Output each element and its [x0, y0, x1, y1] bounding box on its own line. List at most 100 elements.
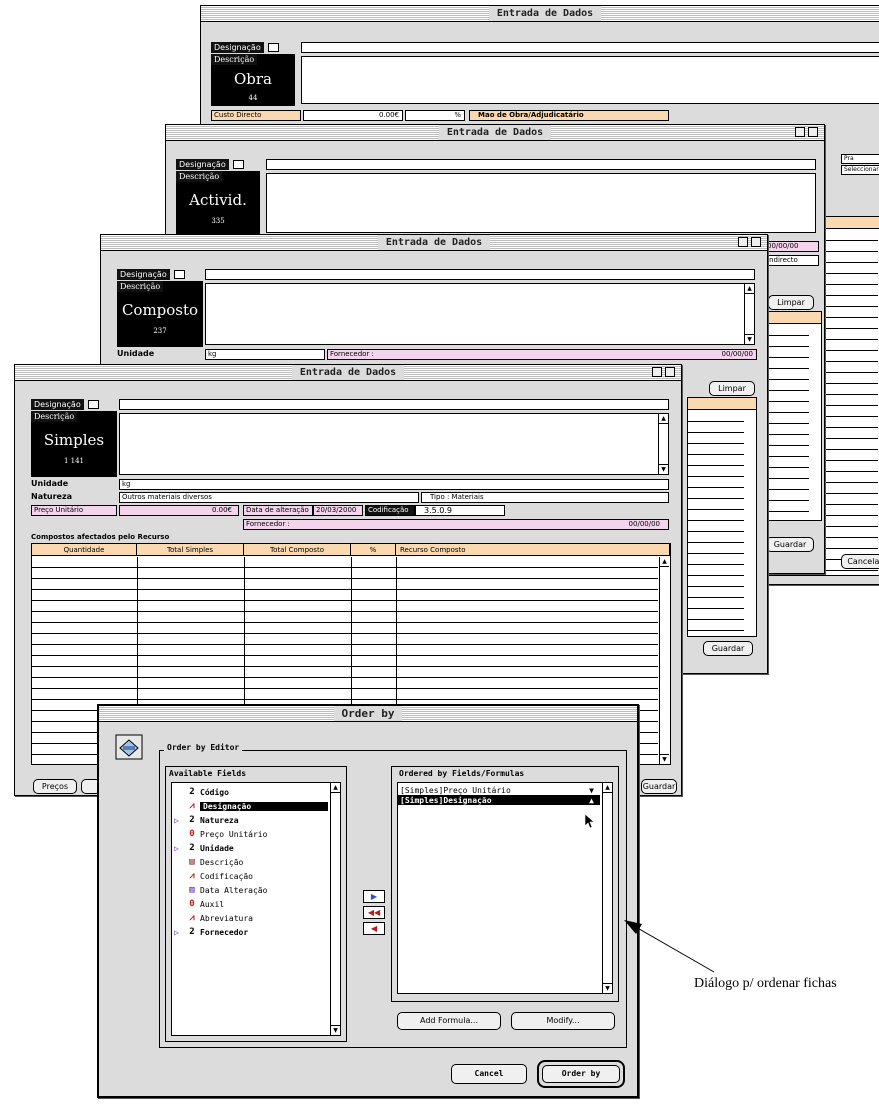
window-composto-title: Entrada de Dados: [377, 235, 491, 250]
obra-designacao-field[interactable]: [301, 42, 879, 53]
composto-guardar-button[interactable]: Guardar: [703, 641, 753, 656]
available-field-item[interactable]: 0 Auxil: [172, 897, 328, 911]
obra-mao-obra-label: Mao de Obra/Adjudicatário: [469, 110, 669, 121]
zoom-box-icon[interactable]: [795, 127, 805, 137]
window-activ-title: Entrada de Dados: [438, 125, 552, 140]
obra-side-b[interactable]: Seleccionar: [841, 165, 879, 175]
composto-unidade-field[interactable]: kg: [205, 349, 325, 360]
ordered-field-label: [Simples]Designação: [400, 795, 492, 805]
simples-preco-field[interactable]: 0.00€: [119, 505, 239, 516]
remove-all-button[interactable]: ◀◀: [363, 906, 385, 919]
ordered-field-item[interactable]: [Simples]Designação ▲: [398, 795, 600, 805]
simples-unidade-field[interactable]: kg: [119, 479, 669, 490]
simples-descricao-scrollbar[interactable]: ▲ ▼: [658, 413, 669, 475]
obra-cancelar-button[interactable]: Cancelar: [841, 554, 879, 569]
obra-custo-value[interactable]: 0.00€: [303, 110, 403, 121]
composto-limpar-button[interactable]: Limpar: [709, 381, 755, 396]
composto-block-title: Composto: [121, 301, 199, 319]
available-field-label: Preço Unitário: [200, 829, 268, 839]
add-field-button[interactable]: ▶: [363, 890, 385, 903]
activ-ref-b[interactable]: Indirecto: [764, 255, 819, 266]
obra-descricao-field[interactable]: [301, 56, 879, 104]
available-field-item[interactable]: ▷ 2 Natureza: [172, 813, 328, 827]
order-by-dialog: Order by Order by Editor Available Field…: [97, 704, 639, 1098]
available-field-label: Fornecedor: [200, 927, 249, 937]
expand-triangle-icon[interactable]: ▷: [174, 844, 184, 853]
simples-data-field[interactable]: 20/03/2000: [313, 505, 363, 516]
composto-fornecedor-field[interactable]: Fornecedor : 00/00/00: [327, 349, 757, 360]
order-by-titlebar[interactable]: Order by: [99, 706, 637, 722]
expand-triangle-icon[interactable]: ▷: [174, 816, 184, 825]
simples-fornecedor-field[interactable]: Fornecedor : 00/00/00: [243, 519, 669, 530]
order-by-icon: [115, 734, 143, 760]
composto-designacao-field[interactable]: [205, 269, 755, 280]
expand-triangle-icon[interactable]: ▷: [174, 928, 184, 937]
remove-field-button[interactable]: ◀: [363, 922, 385, 935]
simples-tipo-field[interactable]: Tipo : Materiais: [421, 492, 669, 503]
obra-pct-field[interactable]: %: [405, 110, 465, 121]
available-field-item[interactable]: ▨ Data Alteração: [172, 883, 328, 897]
activ-ref-a[interactable]: 00/00/00: [764, 241, 819, 252]
available-field-label: Abreviatura: [200, 913, 253, 923]
available-field-item[interactable]: ▤ Descrição: [172, 855, 328, 869]
sort-ascending-icon[interactable]: ▲: [589, 796, 594, 805]
available-fields-scrollbar[interactable]: ▲ ▼: [330, 782, 341, 1036]
activ-limpar-button[interactable]: Limpar: [768, 295, 814, 310]
available-field-item[interactable]: 2 Código: [172, 785, 328, 799]
integer-field-icon: 2: [189, 927, 195, 937]
available-field-item[interactable]: 0 Preço Unitário: [172, 827, 328, 841]
composto-descricao-scrollbar[interactable]: ▲ ▼: [744, 283, 755, 345]
activ-guardar-button[interactable]: Guardar: [766, 537, 814, 552]
col-pct: %: [351, 544, 396, 555]
available-field-item[interactable]: ⩘ Designação: [172, 799, 328, 813]
available-field-item[interactable]: ⩘ Codificação: [172, 869, 328, 883]
simples-preco-label: Preço Unitário: [31, 505, 117, 516]
simples-descricao-field[interactable]: [119, 413, 669, 475]
simples-precos-button[interactable]: Preços: [33, 779, 77, 794]
zoom-box-icon[interactable]: [652, 367, 662, 377]
cursor-arrow-icon: [584, 813, 596, 832]
window-activ-titlebar[interactable]: Entrada de Dados: [166, 125, 824, 141]
available-fields-label: Available Fields: [169, 769, 247, 778]
available-field-item[interactable]: ▷ 2 Fornecedor: [172, 925, 328, 939]
window-simples-titlebar[interactable]: Entrada de Dados: [15, 365, 681, 381]
composto-designacao-label: Designação: [117, 269, 185, 280]
available-field-item[interactable]: ▷ 2 Unidade: [172, 841, 328, 855]
activ-descricao-field[interactable]: [266, 173, 816, 233]
order-by-confirm-button[interactable]: Order by: [542, 1065, 620, 1083]
modify-button[interactable]: Modify...: [511, 1012, 615, 1030]
simples-data-label: Data de alteração: [243, 505, 313, 516]
available-fields-list[interactable]: 2 Código ⩘ Designação ▷ 2 Natureza 0 Preço Unitá…: [171, 782, 341, 1036]
sort-descending-icon[interactable]: ▼: [589, 786, 594, 795]
order-by-editor-label: Order by Editor: [164, 743, 243, 752]
simples-codificacao-field[interactable]: 3.5.0.9: [415, 505, 505, 516]
simples-compostos-label: Compostos afectados pelo Recurso: [31, 533, 170, 541]
ordered-field-item[interactable]: [Simples]Preço Unitário ▼: [398, 785, 600, 795]
window-composto-titlebar[interactable]: Entrada de Dados: [101, 235, 767, 251]
simples-table-scrollbar[interactable]: ▲ ▼: [659, 557, 670, 764]
checkbox-icon: [173, 270, 185, 279]
ordered-fields-list[interactable]: [Simples]Preço Unitário ▼ [Simples]Designa…: [397, 782, 613, 994]
collapse-box-icon[interactable]: [808, 127, 818, 137]
simples-natureza-field[interactable]: Outros materiais diversos: [119, 492, 419, 503]
collapse-box-icon[interactable]: [751, 237, 761, 247]
simples-designacao-field[interactable]: [119, 399, 669, 410]
col-recurso-composto: Recurso Composto: [396, 544, 670, 555]
collapse-box-icon[interactable]: [665, 367, 675, 377]
add-formula-button[interactable]: Add Formula...: [397, 1012, 501, 1030]
activ-block-count: 335: [211, 217, 225, 225]
cancel-button[interactable]: Cancel: [451, 1064, 527, 1084]
obra-side-a[interactable]: Pra: [841, 154, 879, 164]
zoom-box-icon[interactable]: [738, 237, 748, 247]
checkbox-icon: [87, 400, 99, 409]
composto-block-count: 237: [153, 327, 167, 335]
window-obra-titlebar[interactable]: Entrada de Dados: [201, 6, 879, 22]
composto-descricao-field[interactable]: [205, 283, 755, 345]
ordered-fields-scrollbar[interactable]: ▲ ▼: [602, 782, 613, 994]
activ-designacao-field[interactable]: [266, 159, 816, 170]
real-field-icon: 0: [189, 829, 195, 839]
simples-designacao-label: Designação: [31, 399, 99, 410]
available-field-label: Auxil: [200, 899, 225, 909]
available-field-item[interactable]: ⩘ Abreviatura: [172, 911, 328, 925]
simples-guardar-button[interactable]: Guardar: [641, 779, 677, 794]
